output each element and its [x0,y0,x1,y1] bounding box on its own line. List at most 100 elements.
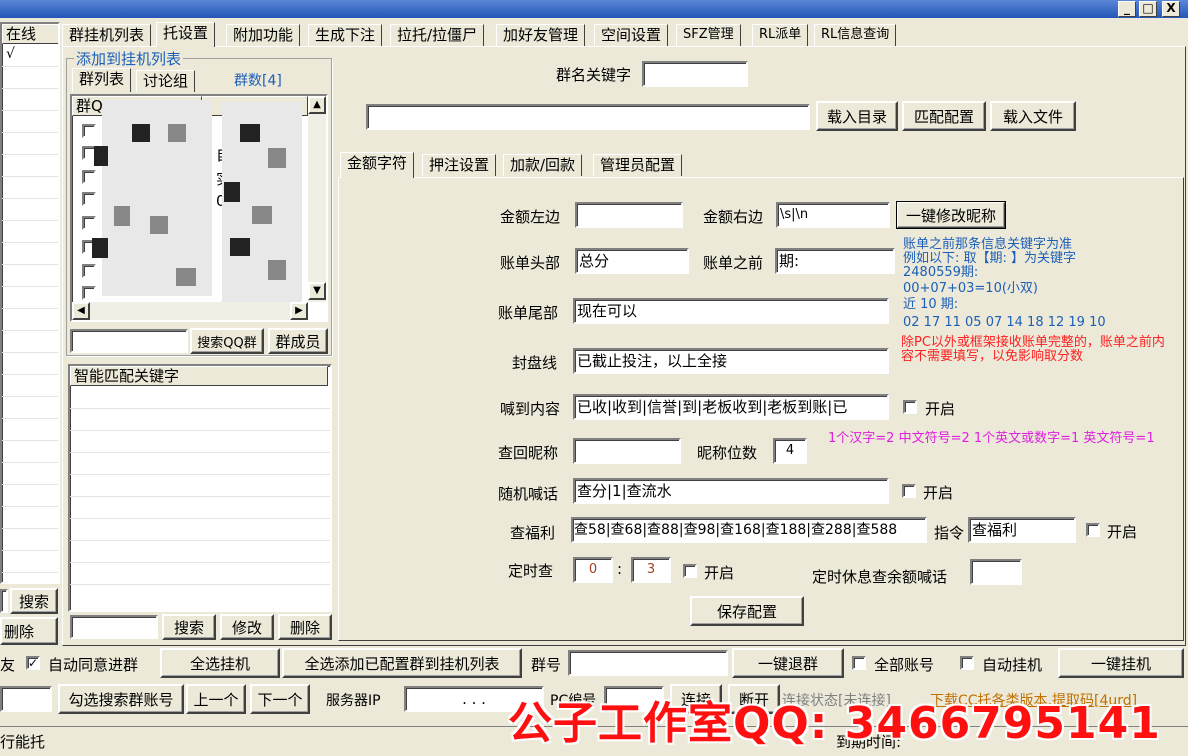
pixelated-area [176,268,196,286]
tab-group-hang-list[interactable]: 群挂机列表 [62,24,152,46]
keyword-input[interactable] [70,615,158,639]
keyword-delete-button[interactable]: 删除 [278,614,332,640]
maximize-button[interactable]: □ [1139,1,1157,17]
tab-pull-tuo[interactable]: 拉托/拉僵尸 [390,24,485,46]
group-row-checkbox[interactable] [82,286,96,300]
amount-left-label: 金额左边 [500,208,561,226]
online-header[interactable]: 在线 [2,24,58,44]
welfare-enable-label: 开启 [1107,523,1138,541]
tab-rl-dispatch[interactable]: RL派单 [752,24,809,46]
shout-enable-checkbox[interactable] [903,400,917,414]
next-button[interactable]: 下一个 [250,684,310,714]
exit-all-groups-button[interactable]: 一键退群 [732,648,844,678]
group-members-button[interactable]: 群成员 [268,328,328,354]
tab-bet-settings[interactable]: 押注设置 [422,154,497,176]
online-list[interactable]: 在线 √ [0,22,60,584]
command-input[interactable]: 查福利 [968,517,1076,543]
group-list-hscrollbar[interactable]: ◀ ▶ [72,302,308,320]
tab-space-settings[interactable]: 空间设置 [594,24,669,46]
group-list[interactable]: 群Q 自 实 0 1C ▲ ▼ ◀ ▶ [70,94,328,322]
keyword-search-button[interactable]: 搜索 [162,614,216,640]
scroll-down-icon[interactable]: ▼ [308,282,326,300]
group-row-checkbox[interactable] [82,124,96,138]
seal-line-input[interactable]: 已截止投注，以上全接 [573,348,889,374]
welfare-enable-checkbox[interactable] [1086,523,1100,537]
tab-addons[interactable]: 附加功能 [226,24,301,46]
char-count-note: 1个汉字=2 中文符号=2 1个英文或数字=1 英文符号=1 [828,431,1155,446]
subtab-group-list[interactable]: 群列表 [72,68,132,92]
friend-fragment-label: 友 [0,656,16,674]
one-key-hang-button[interactable]: 一键挂机 [1058,648,1184,678]
subtab-discussion[interactable]: 讨论组 [136,70,196,92]
random-shout-enable-checkbox[interactable] [902,484,916,498]
tab-friend-manage[interactable]: 加好友管理 [496,24,586,46]
keyword-header[interactable]: 智能匹配关键字 [70,366,328,386]
timer-label: 定时查 [508,562,554,580]
tab-generate-bet[interactable]: 生成下注 [308,24,383,46]
bill-tail-input[interactable]: 现在可以 [573,298,889,324]
welfare-input[interactable]: 查58|查68|查88|查98|查168|查188|查288|查588 [571,517,927,543]
group-row-checkbox[interactable] [82,216,96,230]
left-search-input[interactable] [0,589,8,613]
scroll-up-icon[interactable]: ▲ [308,96,326,114]
group-row-checkbox[interactable] [82,192,96,206]
scroll-right-icon[interactable]: ▶ [290,302,308,320]
nick-digits-input[interactable]: 4 [773,438,807,464]
auto-agree-checkbox[interactable]: ✓ [26,656,40,670]
before-bill-input[interactable]: 期: [775,248,895,274]
random-shout-label: 随机喊话 [498,485,559,503]
keyword-list[interactable]: 智能匹配关键字 [68,364,332,612]
pixelated-area [230,238,250,256]
left-search-button[interactable]: 搜索 [10,588,58,614]
pixelated-area [132,124,150,142]
tab-amount-chars[interactable]: 金额字符 [340,152,415,178]
tab-rl-info-query[interactable]: RL信息查询 [814,24,897,46]
group-row-checkbox[interactable] [82,170,96,184]
amount-right-label: 金额右边 [703,208,764,226]
group-row-checkbox[interactable] [82,264,96,278]
account-input[interactable] [0,686,52,712]
group-number-input[interactable] [568,650,728,676]
group-search-input[interactable] [70,329,188,353]
all-accounts-checkbox[interactable] [852,656,866,670]
close-button[interactable]: X [1162,1,1180,17]
tab-tuo-settings[interactable]: 托设置 [156,22,216,47]
keyword-edit-button[interactable]: 修改 [220,614,274,640]
amount-left-input[interactable] [575,202,683,228]
auto-hang-checkbox[interactable] [960,656,974,670]
title-bar: _ □ X [0,0,1188,18]
tab-deposit-refund[interactable]: 加款/回款 [503,154,583,176]
group-list-scrollbar[interactable]: ▲ ▼ [308,96,326,302]
timer-enable-label: 开启 [704,564,735,582]
search-qq-group-button[interactable]: 搜索QQ群 [190,328,264,354]
scroll-left-icon[interactable]: ◀ [72,302,90,320]
select-all-add-button[interactable]: 全选添加已配置群到挂机列表 [282,648,522,678]
load-directory-button[interactable]: 载入目录 [816,101,898,131]
minimize-button[interactable]: _ [1118,1,1136,17]
save-config-button[interactable]: 保存配置 [690,596,804,626]
tab-sfz-manage[interactable]: SFZ管理 [676,24,741,46]
query-nick-input[interactable] [573,438,681,464]
left-delete-button[interactable]: 删除 [0,617,58,645]
bill-head-input[interactable]: 总分 [575,248,689,274]
shout-content-input[interactable]: 已收|收到|信誉|到|老板收到|老板到账|已 [573,394,889,420]
random-shout-input[interactable]: 查分|1|查流水 [573,478,889,504]
tab-admin-config[interactable]: 管理员配置 [593,154,683,176]
match-config-button[interactable]: 匹配配置 [902,101,986,131]
tick-search-group-button[interactable]: 勾选搜索群账号 [58,684,184,714]
group-count-label: 群数[4] [234,73,282,89]
timer-minute-input[interactable]: 3 [631,557,671,583]
modify-nickname-button[interactable]: 一键修改昵称 [896,201,1006,229]
timer-enable-checkbox[interactable] [683,564,697,578]
previous-button[interactable]: 上一个 [186,684,246,714]
group-keyword-input[interactable] [642,61,748,87]
pixelated-area [102,100,212,296]
timer-rest-input[interactable] [970,559,1022,585]
shout-content-label: 喊到内容 [500,400,561,418]
select-all-hang-button[interactable]: 全选挂机 [160,648,280,678]
timer-hour-input[interactable]: 0 [573,557,613,583]
directory-path-input[interactable] [366,104,810,130]
load-file-button[interactable]: 载入文件 [990,101,1076,131]
bill-help-note: 账单之前那条信息关键字为准 例如以下: 取【期: 】为关键字 2480559期:… [903,237,1106,330]
amount-right-input[interactable]: \s|\n [776,202,890,228]
